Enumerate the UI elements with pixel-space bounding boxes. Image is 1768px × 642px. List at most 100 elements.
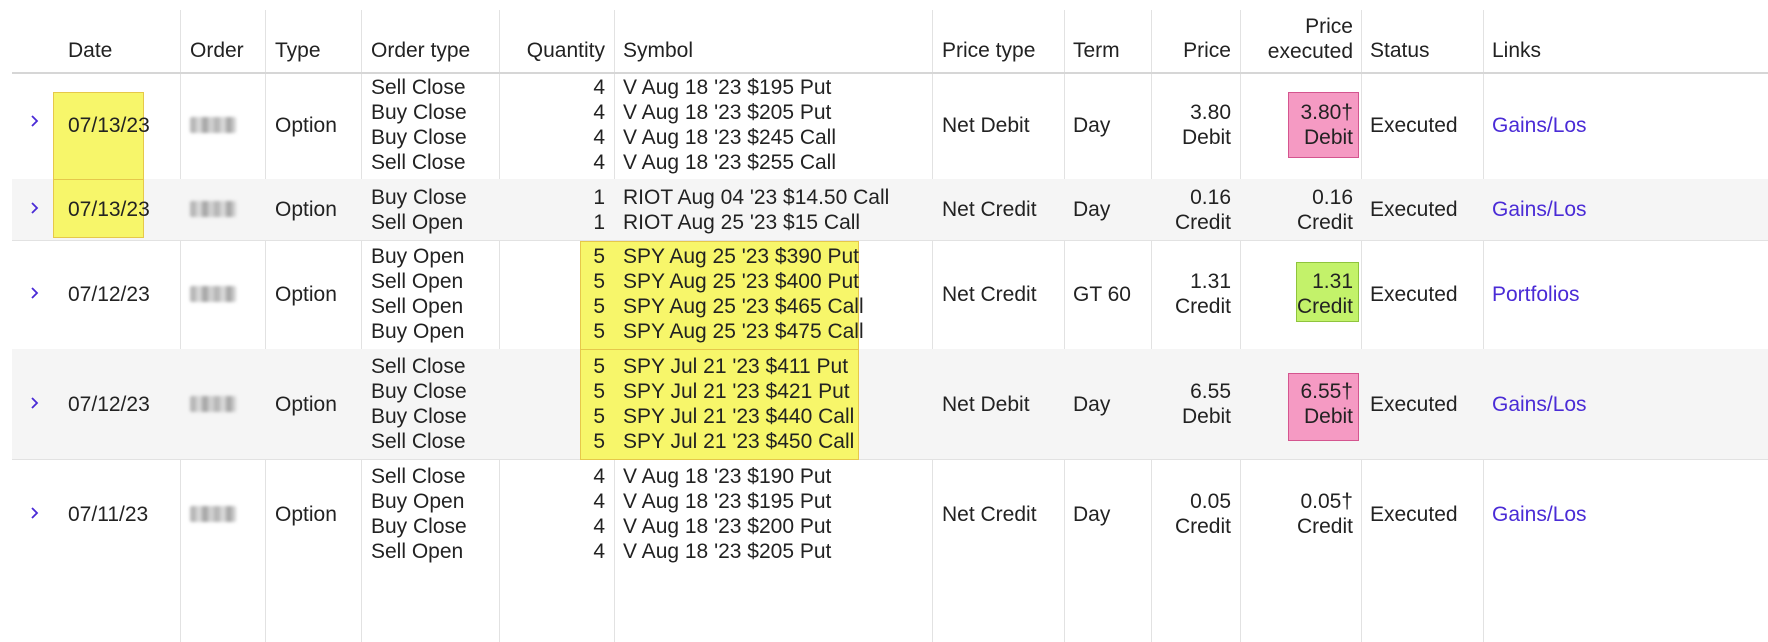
quantity-leg: 5	[593, 430, 605, 453]
price-executed-cell: 0.16 Credit	[1240, 185, 1353, 235]
chevron-right-icon[interactable]	[30, 286, 40, 300]
symbol-cell: V Aug 18 '23 $195 Put V Aug 18 '23 $205 …	[623, 75, 836, 175]
order-number-redacted	[190, 396, 236, 412]
table-row[interactable]: 07/12/23 Option Buy Open Sell Open Sell …	[12, 240, 1768, 351]
header-order-type[interactable]: Order type	[371, 37, 470, 64]
table-row[interactable]: 07/13/23 Option Sell Close Buy Close Buy…	[12, 72, 1768, 180]
symbol-leg: V Aug 18 '23 $195 Put	[623, 490, 832, 513]
gains-losses-link[interactable]: Gains/Los	[1492, 392, 1587, 417]
price-value: 6.55	[1190, 380, 1231, 403]
symbol-leg: SPY Jul 21 '23 $411 Put	[623, 355, 849, 378]
price-executed-cell: 0.05† Credit	[1240, 489, 1353, 539]
table-header: Date Order Type Order type Quantity Symb…	[12, 0, 1768, 74]
header-order[interactable]: Order	[190, 37, 244, 64]
header-type[interactable]: Type	[275, 37, 321, 64]
executed-value: 0.16	[1312, 186, 1353, 209]
price-side: Credit	[1174, 295, 1231, 318]
type-cell: Option	[275, 283, 337, 306]
header-links[interactable]: Links	[1492, 37, 1541, 64]
price-side: Debit	[1181, 126, 1231, 149]
order-type-leg: Sell Close	[371, 355, 466, 378]
price-cell: 6.55 Debit	[1151, 379, 1231, 429]
executed-side: Credit	[1296, 295, 1353, 318]
chevron-right-icon[interactable]	[30, 114, 40, 128]
order-number-redacted	[190, 117, 236, 133]
header-symbol[interactable]: Symbol	[623, 37, 693, 64]
price-value: 3.80	[1190, 101, 1231, 124]
quantity-leg: 4	[593, 76, 605, 99]
gains-losses-link[interactable]: Gains/Los	[1492, 502, 1587, 527]
header-term[interactable]: Term	[1073, 37, 1120, 64]
type-cell: Option	[275, 503, 337, 526]
quantity-leg: 1	[593, 186, 605, 209]
status-cell: Executed	[1370, 114, 1458, 137]
symbol-cell: SPY Aug 25 '23 $390 Put SPY Aug 25 '23 $…	[623, 244, 864, 344]
symbol-cell: V Aug 18 '23 $190 Put V Aug 18 '23 $195 …	[623, 464, 831, 564]
order-type-leg: Buy Close	[371, 405, 467, 428]
price-value: 1.31	[1190, 270, 1231, 293]
order-type-leg: Sell Close	[371, 76, 466, 99]
price-executed-cell: 3.80† Debit	[1240, 100, 1353, 150]
order-type-leg: Sell Close	[371, 465, 466, 488]
quantity-leg: 4	[593, 126, 605, 149]
price-cell: 0.16 Credit	[1151, 185, 1231, 235]
order-type-leg: Buy Close	[371, 101, 467, 124]
price-cell: 3.80 Debit	[1151, 100, 1231, 150]
type-cell: Option	[275, 114, 337, 137]
order-type-cell: Buy Open Sell Open Sell Open Buy Open	[371, 244, 464, 344]
gains-losses-link[interactable]: Gains/Los	[1492, 113, 1587, 138]
gains-losses-link[interactable]: Gains/Los	[1492, 197, 1587, 222]
quantity-cell: 4 4 4 4	[499, 464, 605, 564]
executed-value: 1.31	[1312, 270, 1353, 293]
quantity-leg: 5	[593, 380, 605, 403]
orders-table: Date Order Type Order type Quantity Symb…	[12, 0, 1768, 642]
header-quantity[interactable]: Quantity	[499, 37, 605, 64]
price-type-cell: Net Credit	[942, 198, 1037, 221]
order-type-leg: Buy Close	[371, 380, 467, 403]
table-row[interactable]: 07/12/23 Option Sell Close Buy Close Buy…	[12, 349, 1768, 460]
symbol-leg: SPY Jul 21 '23 $450 Call	[623, 430, 855, 453]
order-type-cell: Sell Close Buy Close Buy Close Sell Clos…	[371, 354, 467, 454]
price-executed-cell: 6.55† Debit	[1240, 379, 1353, 429]
portfolios-link[interactable]: Portfolios	[1492, 282, 1580, 307]
header-price[interactable]: Price	[1151, 37, 1231, 64]
order-type-leg: Sell Open	[371, 295, 464, 318]
quantity-leg: 4	[593, 151, 605, 174]
table-row[interactable]: 07/11/23 Option Sell Close Buy Open Buy …	[12, 459, 1768, 575]
order-type-cell: Buy Close Sell Open	[371, 185, 467, 235]
type-cell: Option	[275, 198, 337, 221]
status-cell: Executed	[1370, 198, 1458, 221]
chevron-right-icon[interactable]	[30, 506, 40, 520]
price-type-cell: Net Credit	[942, 283, 1037, 306]
symbol-leg: V Aug 18 '23 $195 Put	[623, 76, 832, 99]
date-cell: 07/13/23	[68, 198, 150, 221]
quantity-leg: 4	[593, 490, 605, 513]
quantity-leg: 4	[593, 465, 605, 488]
status-cell: Executed	[1370, 393, 1458, 416]
order-number-redacted	[190, 286, 236, 302]
chevron-right-icon[interactable]	[30, 396, 40, 410]
chevron-right-icon[interactable]	[30, 201, 40, 215]
symbol-leg: V Aug 18 '23 $190 Put	[623, 465, 832, 488]
symbol-leg: RIOT Aug 25 '23 $15 Call	[623, 211, 861, 234]
order-type-cell: Sell Close Buy Open Buy Close Sell Open	[371, 464, 467, 564]
price-side: Credit	[1174, 211, 1231, 234]
term-cell: Day	[1073, 114, 1111, 137]
header-status[interactable]: Status	[1370, 37, 1430, 64]
header-date[interactable]: Date	[68, 37, 112, 64]
header-price-type[interactable]: Price type	[942, 37, 1035, 64]
price-side: Debit	[1181, 405, 1231, 428]
order-number-redacted	[190, 506, 236, 522]
header-price-executed[interactable]: Price executed	[1240, 14, 1353, 64]
symbol-leg: V Aug 18 '23 $205 Put	[623, 101, 832, 124]
quantity-leg: 5	[593, 270, 605, 293]
quantity-leg: 5	[593, 320, 605, 343]
symbol-leg: SPY Jul 21 '23 $440 Call	[623, 405, 855, 428]
quantity-cell: 1 1	[499, 185, 605, 235]
quantity-cell: 4 4 4 4	[499, 75, 605, 175]
order-type-leg: Buy Close	[371, 515, 467, 538]
executed-value: 3.80†	[1300, 101, 1353, 124]
order-type-cell: Sell Close Buy Close Buy Close Sell Clos…	[371, 75, 467, 175]
status-cell: Executed	[1370, 283, 1458, 306]
table-row[interactable]: 07/13/23 Option Buy Close Sell Open 1 1 …	[12, 179, 1768, 241]
